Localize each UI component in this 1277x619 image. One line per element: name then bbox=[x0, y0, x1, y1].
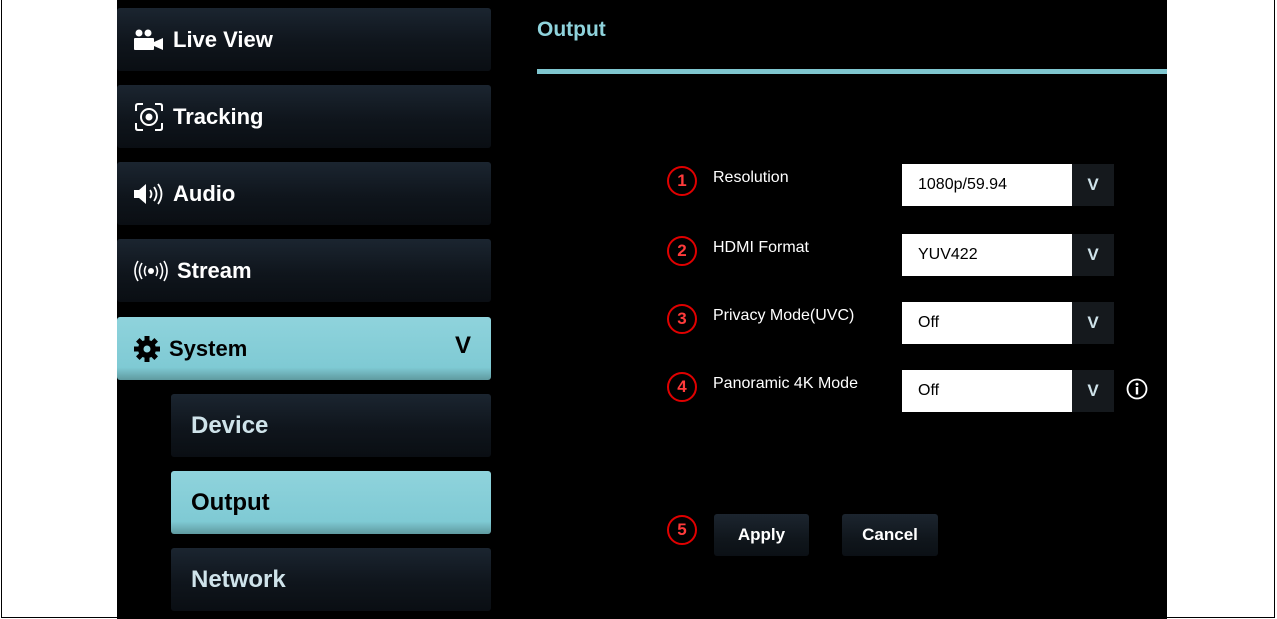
field-row-privacy-mode: 3 Privacy Mode(UVC) Off V bbox=[667, 302, 1167, 344]
speaker-icon bbox=[133, 182, 165, 205]
callout-number: 5 bbox=[667, 515, 697, 545]
sidebar-subitem-device[interactable]: Device bbox=[171, 394, 491, 457]
sidebar-item-audio[interactable]: Audio bbox=[117, 162, 491, 225]
broadcast-icon bbox=[133, 260, 169, 282]
page-title: Output bbox=[537, 18, 606, 41]
title-divider bbox=[537, 69, 1167, 74]
sidebar-subitem-label: Output bbox=[191, 488, 270, 516]
field-row-panoramic-4k: 4 Panoramic 4K Mode Off V bbox=[667, 370, 1167, 412]
sidebar-item-tracking[interactable]: Tracking bbox=[117, 85, 491, 148]
hdmi-format-select[interactable]: YUV422 V bbox=[902, 234, 1114, 276]
gear-icon bbox=[133, 335, 161, 363]
sidebar-item-label: Audio bbox=[173, 180, 236, 206]
sidebar-item-live-view[interactable]: Live View bbox=[117, 8, 491, 71]
select-value[interactable]: Off bbox=[902, 370, 1072, 412]
select-value[interactable]: YUV422 bbox=[902, 234, 1072, 276]
sidebar-subitem-label: Device bbox=[191, 411, 269, 439]
tracking-icon bbox=[133, 101, 165, 133]
field-label: HDMI Format bbox=[713, 239, 809, 256]
sidebar-item-label: System bbox=[169, 335, 248, 361]
chevron-down-icon: V bbox=[454, 332, 471, 359]
camera-icon bbox=[133, 29, 165, 51]
camera-web-ui: Live View Tracking Audio Stream System V… bbox=[117, 0, 1167, 619]
sidebar-item-label: Tracking bbox=[173, 103, 264, 129]
field-label: Panoramic 4K Mode bbox=[713, 375, 858, 392]
chevron-down-icon[interactable]: V bbox=[1072, 302, 1114, 344]
info-icon[interactable] bbox=[1126, 378, 1148, 400]
field-label: Resolution bbox=[713, 169, 789, 186]
field-row-resolution: 1 Resolution 1080p/59.94 V bbox=[667, 164, 1167, 206]
resolution-select[interactable]: 1080p/59.94 V bbox=[902, 164, 1114, 206]
privacy-mode-select[interactable]: Off V bbox=[902, 302, 1114, 344]
panoramic-4k-select[interactable]: Off V bbox=[902, 370, 1114, 412]
sidebar-item-label: Stream bbox=[177, 257, 252, 283]
cancel-button[interactable]: Cancel bbox=[842, 514, 938, 556]
field-row-hdmi-format: 2 HDMI Format YUV422 V bbox=[667, 234, 1167, 276]
sidebar-item-stream[interactable]: Stream bbox=[117, 239, 491, 302]
sidebar-subitem-label: Network bbox=[191, 565, 286, 593]
chevron-down-icon[interactable]: V bbox=[1072, 234, 1114, 276]
sidebar-item-label: Live View bbox=[173, 26, 273, 52]
callout-number: 4 bbox=[667, 372, 697, 402]
chevron-down-icon[interactable]: V bbox=[1072, 164, 1114, 206]
sidebar-subitem-network[interactable]: Network bbox=[171, 548, 491, 611]
callout-number: 2 bbox=[667, 236, 697, 266]
select-value[interactable]: Off bbox=[902, 302, 1072, 344]
callout-number: 3 bbox=[667, 304, 697, 334]
apply-button[interactable]: Apply bbox=[714, 514, 809, 556]
select-value[interactable]: 1080p/59.94 bbox=[902, 164, 1072, 206]
sidebar-item-system[interactable]: System V bbox=[117, 317, 491, 380]
field-label: Privacy Mode(UVC) bbox=[713, 307, 855, 324]
sidebar-subitem-output[interactable]: Output bbox=[171, 471, 491, 534]
chevron-down-icon[interactable]: V bbox=[1072, 370, 1114, 412]
callout-number: 1 bbox=[667, 166, 697, 196]
